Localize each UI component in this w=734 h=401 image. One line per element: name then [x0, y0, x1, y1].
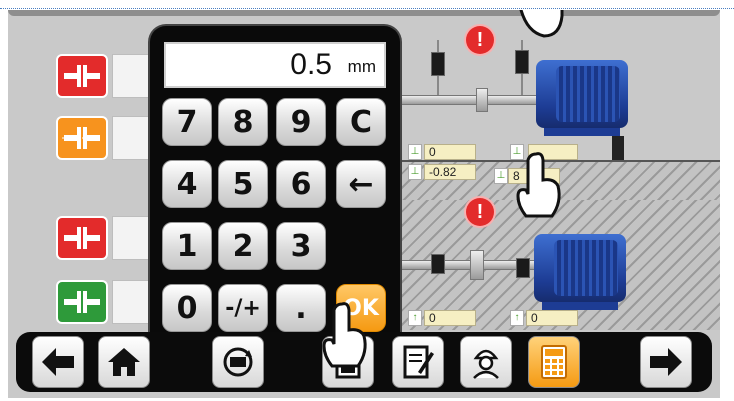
notes-button[interactable] [392, 336, 444, 388]
coupling-icon [64, 227, 100, 249]
coupling-value-4[interactable] [112, 280, 154, 324]
sensor-left-bottom [431, 254, 445, 274]
coupling-value-3[interactable] [112, 216, 154, 260]
operator-helmet-icon [473, 349, 499, 379]
key-clear[interactable]: C [336, 98, 386, 146]
home-button[interactable] [98, 336, 150, 388]
hand-pointer-icon [516, 152, 561, 218]
calculator-button[interactable] [528, 336, 580, 388]
operator-button[interactable] [460, 336, 512, 388]
vertical-icon: ⊥ [408, 144, 422, 160]
key-2[interactable]: 2 [218, 222, 268, 270]
key-4[interactable]: 4 [162, 160, 212, 208]
value-bottom-left[interactable]: 0 [424, 310, 476, 326]
coupling-icon [64, 65, 100, 87]
home-icon [108, 348, 140, 376]
shaft-top [400, 95, 540, 105]
vertical-icon: ↑ [510, 310, 524, 326]
key-7[interactable]: 7 [162, 98, 212, 146]
key-sign[interactable]: -/+ [218, 284, 268, 332]
coupling-green-button[interactable] [56, 280, 108, 324]
coupling-icon [62, 127, 102, 149]
warning-icon-top: ! [466, 26, 494, 54]
display-unit: mm [347, 57, 376, 76]
horizontal-icon: ⊥ [494, 168, 508, 184]
sensor-right-top [515, 50, 529, 74]
top-divider [0, 8, 734, 9]
calculator-icon [541, 345, 567, 379]
coupling-value-1[interactable] [112, 54, 154, 98]
notes-edit-icon [403, 345, 434, 379]
key-8[interactable]: 8 [218, 98, 268, 146]
motor-fins [554, 240, 618, 296]
coupling-red-button-1[interactable] [56, 54, 108, 98]
arrow-right-icon [650, 348, 682, 376]
value-top-horizontal[interactable]: -0.82 [424, 164, 476, 180]
motor-foot [612, 136, 624, 160]
horizontal-icon: ⊥ [408, 164, 422, 180]
coupling-value-2[interactable] [112, 116, 154, 160]
top-panel-edge [8, 10, 720, 16]
key-9[interactable]: 9 [276, 98, 326, 146]
display-value: 0.5 [290, 48, 332, 81]
rotate-machine-icon [223, 347, 253, 377]
key-3[interactable]: 3 [276, 222, 326, 270]
back-button[interactable] [32, 336, 84, 388]
rotate-machine-button[interactable] [212, 336, 264, 388]
key-backspace[interactable]: ← [336, 160, 386, 208]
key-5[interactable]: 5 [218, 160, 268, 208]
arrow-left-icon [42, 348, 74, 376]
motor-base [542, 302, 618, 310]
key-1[interactable]: 1 [162, 222, 212, 270]
vertical-icon: ↑ [408, 310, 422, 326]
keypad-display[interactable]: 0.5 mm [164, 42, 386, 88]
key-0[interactable]: 0 [162, 284, 212, 332]
value-top-vertical[interactable]: 0 [424, 144, 476, 160]
hand-pointer-icon [519, 10, 564, 38]
key-6[interactable]: 6 [276, 160, 326, 208]
sensor-left-top [431, 52, 445, 76]
coupling-bottom [470, 250, 484, 280]
motor-base [544, 128, 620, 136]
value-bottom-right[interactable]: 0 [526, 310, 578, 326]
sensor-right-bottom [516, 258, 530, 278]
hand-pointer-icon [322, 302, 367, 368]
coupling-red-button-2[interactable] [56, 216, 108, 260]
coupling-top [476, 88, 488, 112]
coupling-orange-button[interactable] [56, 116, 108, 160]
coupling-icon [64, 291, 100, 313]
warning-icon-bottom: ! [466, 198, 494, 226]
next-button[interactable] [640, 336, 692, 388]
motor-fins [556, 66, 620, 122]
